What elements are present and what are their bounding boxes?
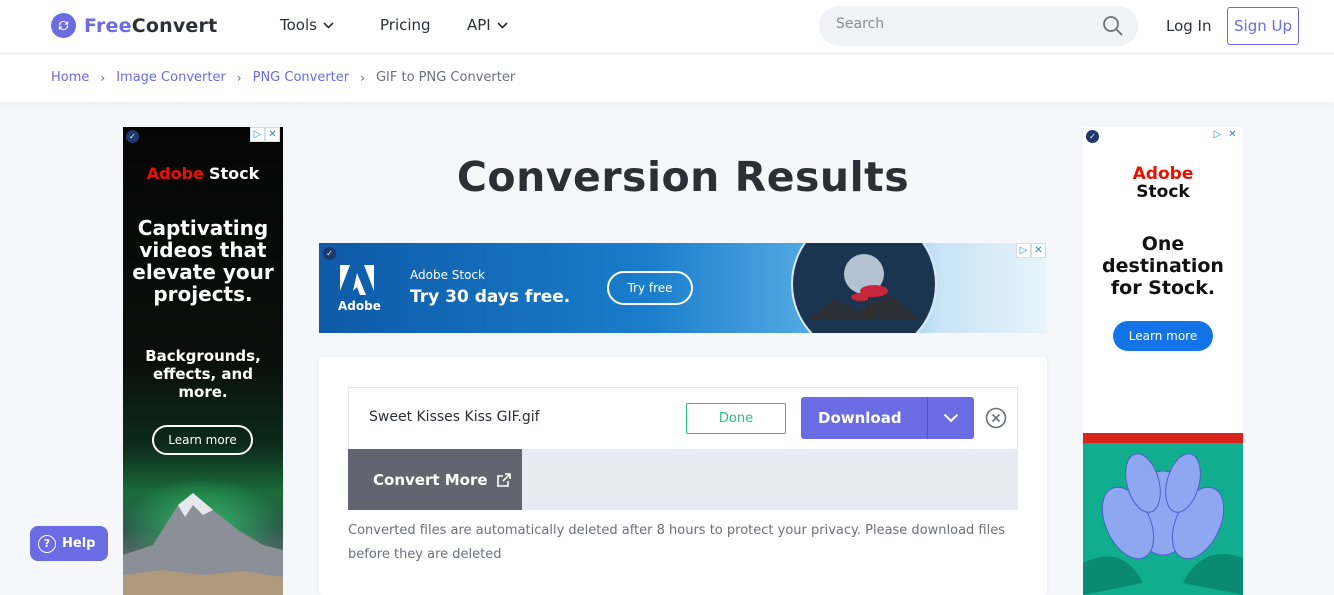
nav-tools[interactable]: Tools [280,16,334,34]
logo-text: FreeConvert [84,14,218,37]
chevron-right-icon: › [360,70,365,85]
file-name: Sweet Kisses Kiss GIF.gif [369,409,540,425]
site-header: FreeConvert Tools Pricing API Log In Sig… [0,0,1334,54]
login-link[interactable]: Log In [1166,17,1212,35]
mountain-image [123,493,283,595]
ad-choices-icon[interactable]: ✓ [323,247,336,260]
status-badge: Done [686,403,786,434]
file-row: Sweet Kisses Kiss GIF.gif Done Download [348,387,1018,449]
ad-info-icon[interactable]: ▷ [1210,127,1225,142]
breadcrumb-png-converter[interactable]: PNG Converter [253,70,350,85]
refresh-icon [51,13,76,38]
freeconvert-logo[interactable]: FreeConvert [51,13,217,38]
adobe-logo-icon: Adobe [336,261,381,317]
nav-api[interactable]: API [467,16,508,34]
external-link-icon [496,472,511,487]
search-input[interactable] [836,16,1096,32]
ad-brand: Adobe Stock [146,164,260,183]
download-options-button[interactable] [927,397,974,439]
ad-close-controls[interactable]: ▷ ✕ [1016,243,1046,258]
chevron-right-icon: › [100,70,106,85]
privacy-notice: Converted files are automatically delete… [348,523,1006,562]
adobe-logo-text: Adobe [338,299,381,313]
banner-try-free-button[interactable]: Try free [607,271,693,305]
help-button[interactable]: ? Help [30,526,108,561]
nav-api-label: API [467,16,491,34]
ad-headline: Captivating videos that elevate your pro… [132,216,274,306]
results-card: Sweet Kisses Kiss GIF.gif Done Download … [319,357,1047,595]
breadcrumb-image-converter[interactable]: Image Converter [116,70,226,85]
breadcrumb-bar: Home › Image Converter › PNG Converter ›… [0,55,1334,102]
breadcrumb: Home › Image Converter › PNG Converter ›… [51,70,515,85]
search-icon[interactable] [1102,15,1124,37]
ad-choices-icon[interactable]: ✓ [1086,130,1099,143]
left-ad[interactable]: ✓ ▷ ✕ Adobe Stock Captivating videos that… [123,127,283,595]
page-title: Conversion Results [456,153,910,201]
breadcrumb-home[interactable]: Home [51,70,89,85]
download-button[interactable]: Download [801,397,927,439]
ad-subline: Backgrounds, effects, and more. [145,347,261,401]
banner-headline: Try 30 days free. [410,287,571,307]
close-icon[interactable]: ✕ [1225,127,1240,142]
chevron-down-icon [497,21,508,29]
ad-choices-icon[interactable]: ✓ [126,130,139,143]
ad-close-controls[interactable]: ▷ ✕ [250,127,280,142]
close-icon[interactable]: ✕ [265,127,280,142]
convert-more-row: Convert More [348,449,1018,510]
chevron-down-icon [323,21,334,29]
ad-learn-more-button[interactable]: Learn more [152,425,253,455]
convert-more-label: Convert More [373,470,488,489]
signup-button[interactable]: Sign Up [1227,7,1299,45]
ad-headline: One destination for Stock. [1102,233,1224,299]
flower-image [1083,433,1243,595]
ad-brand: Adobe Stock [1132,164,1194,202]
search-box [819,6,1138,46]
banner-brand: Adobe Stock [410,268,485,282]
ad-info-icon[interactable]: ▷ [1016,243,1031,258]
banner-ad[interactable]: ✓ ▷ ✕ Adobe Adobe Stock Try 30 days free.… [319,243,1047,333]
chevron-right-icon: › [236,70,242,85]
ad-info-icon[interactable]: ▷ [250,127,265,142]
globe-image [791,243,937,333]
right-ad[interactable]: ✓ ▷ ✕ Adobe Stock One destination for Stoc… [1083,127,1243,595]
nav-tools-label: Tools [280,16,317,34]
breadcrumb-current: GIF to PNG Converter [375,70,516,85]
ad-close-controls[interactable]: ▷ ✕ [1210,127,1240,142]
ad-learn-more-button[interactable]: Learn more [1113,321,1213,351]
convert-more-button[interactable]: Convert More [348,449,522,510]
nav-pricing[interactable]: Pricing [380,16,431,34]
chevron-down-icon [943,413,959,423]
help-label: Help [62,536,96,551]
remove-file-icon[interactable] [985,407,1007,429]
question-icon: ? [38,534,56,553]
close-icon[interactable]: ✕ [1031,243,1046,258]
nav-pricing-label: Pricing [380,16,431,34]
